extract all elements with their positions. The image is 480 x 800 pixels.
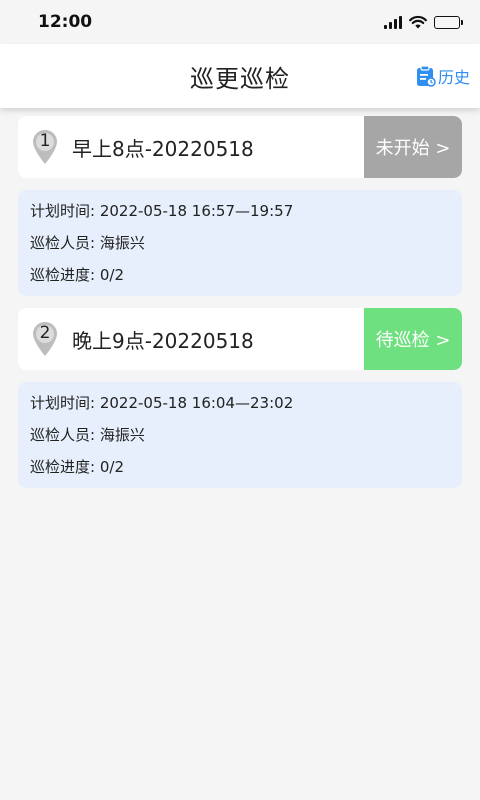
task-info: 2 晚上9点-20220518 — [18, 308, 364, 370]
task-list: 1 早上8点-20220518 未开始 > 计划时间: 2022-05-18 1… — [0, 108, 480, 488]
history-label: 历史 — [437, 68, 470, 87]
inspector-value: 海振兴 — [99, 234, 145, 252]
plan-time-row: 计划时间: 2022-05-18 16:57—19:57 — [30, 198, 450, 230]
progress-label: 巡检进度: — [30, 458, 96, 476]
status-time: 12:00 — [38, 12, 93, 32]
signal-icon — [384, 15, 402, 29]
plan-time-value: 2022-05-18 16:57—19:57 — [99, 202, 294, 220]
inspector-row: 巡检人员: 海振兴 — [30, 422, 450, 454]
inspector-label: 巡检人员: — [30, 234, 96, 252]
inspector-value: 海振兴 — [99, 426, 145, 444]
task-name: 晚上9点-20220518 — [72, 328, 254, 353]
plan-time-row: 计划时间: 2022-05-18 16:04—23:02 — [30, 390, 450, 422]
task-card[interactable]: 1 早上8点-20220518 未开始 > — [18, 116, 462, 178]
progress-row: 巡检进度: 0/2 — [30, 454, 450, 486]
app-header: 巡更巡检 历史 — [0, 44, 480, 108]
map-pin-icon: 1 — [32, 129, 58, 165]
page-title: 巡更巡检 — [190, 64, 290, 93]
history-button[interactable]: 历史 — [416, 64, 470, 88]
map-pin-icon: 2 — [32, 321, 58, 357]
task-card[interactable]: 2 晚上9点-20220518 待巡检 > — [18, 308, 462, 370]
plan-time-label: 计划时间: — [30, 394, 96, 412]
clipboard-icon — [416, 65, 436, 87]
progress-row: 巡检进度: 0/2 — [30, 262, 450, 294]
battery-icon — [434, 15, 463, 29]
task-info: 1 早上8点-20220518 — [18, 116, 364, 178]
task-detail: 计划时间: 2022-05-18 16:57—19:57 巡检人员: 海振兴 巡… — [18, 190, 462, 296]
inspector-row: 巡检人员: 海振兴 — [30, 230, 450, 262]
task-index: 1 — [39, 131, 51, 151]
status-icons — [384, 15, 463, 29]
inspector-label: 巡检人员: — [30, 426, 96, 444]
progress-label: 巡检进度: — [30, 266, 96, 284]
task-detail: 计划时间: 2022-05-18 16:04—23:02 巡检人员: 海振兴 巡… — [18, 382, 462, 488]
plan-time-label: 计划时间: — [30, 202, 96, 220]
wifi-icon — [409, 15, 427, 29]
task-index: 2 — [39, 323, 51, 343]
status-bar: 12:00 — [0, 0, 480, 44]
progress-value: 0/2 — [99, 458, 124, 476]
progress-value: 0/2 — [99, 266, 124, 284]
plan-time-value: 2022-05-18 16:04—23:02 — [99, 394, 294, 412]
status-button-pending[interactable]: 待巡检 > — [364, 308, 462, 370]
task-name: 早上8点-20220518 — [72, 136, 254, 161]
status-button-not-started[interactable]: 未开始 > — [364, 116, 462, 178]
